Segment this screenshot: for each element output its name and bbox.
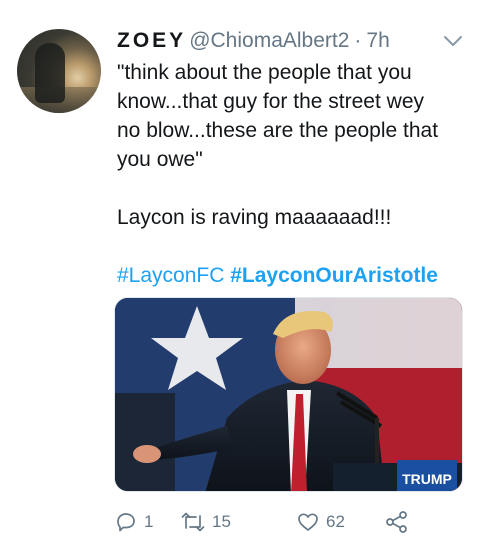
hashtag-line: #LayconFC #LayconOurAristotle (117, 261, 467, 290)
separator: · (354, 29, 362, 52)
hashtag-link[interactable]: #LayconOurAristotle (230, 264, 438, 287)
avatar[interactable] (17, 29, 101, 113)
share-icon (384, 510, 410, 534)
like-count: 62 (326, 512, 345, 531)
display-name[interactable]: ZOEY (117, 29, 186, 53)
tweet[interactable]: ZOEY @ChiomaAlbert2 · 7h "think about th… (0, 0, 479, 549)
tweet-header: ZOEY @ChiomaAlbert2 · 7h (117, 28, 390, 54)
chevron-down-icon[interactable] (442, 30, 464, 52)
avatar-figure (35, 43, 65, 103)
timestamp[interactable]: 7h (366, 29, 389, 53)
reply-button[interactable]: 1 (114, 508, 153, 536)
tweet-text: "think about the people that you know...… (117, 58, 467, 290)
tweet-text-line: Laycon is raving maaaaaad!!! (117, 206, 392, 229)
tweet-text-line: know...that guy for the street wey (117, 90, 424, 113)
media-photo: TRUMP (115, 298, 462, 491)
reply-icon (114, 510, 138, 534)
user-handle[interactable]: @ChiomaAlbert2 (189, 29, 349, 53)
retweet-count: 15 (212, 512, 231, 531)
tweet-text-line: you owe" (117, 148, 203, 171)
hashtag-link[interactable]: #LayconFC (117, 264, 224, 287)
retweet-icon (180, 510, 206, 534)
tweet-text-line: no blow...these are the people that (117, 119, 439, 142)
retweet-button[interactable]: 15 (180, 508, 231, 536)
tweet-actions: 1 15 62 (114, 508, 454, 536)
reply-count: 1 (144, 512, 154, 531)
heart-icon (296, 510, 320, 534)
share-button[interactable] (384, 508, 410, 536)
podium-sign-text: TRUMP (402, 471, 452, 487)
tweet-text-line: "think about the people that you (117, 61, 412, 84)
like-button[interactable]: 62 (296, 508, 345, 536)
tweet-media-image[interactable]: TRUMP (114, 297, 463, 492)
